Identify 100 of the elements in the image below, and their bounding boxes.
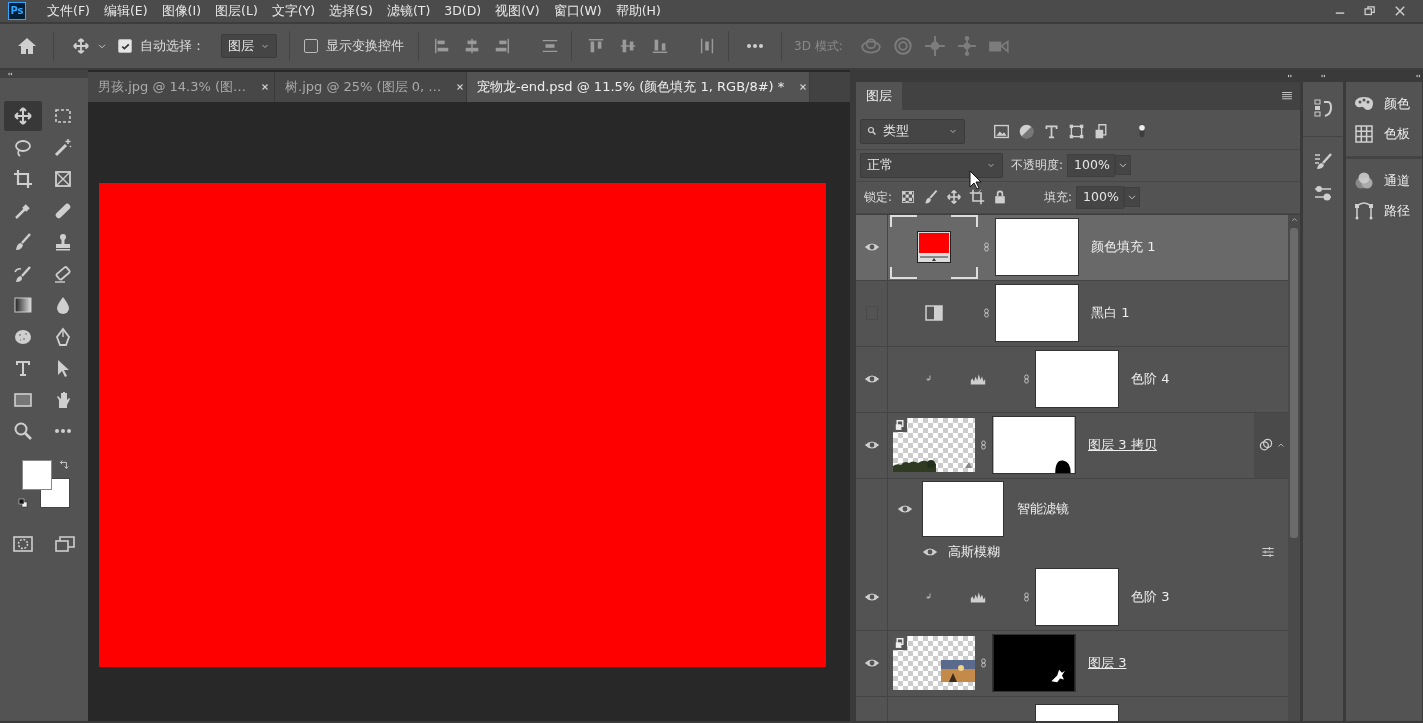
- layer-row[interactable]: 颜色填充 1: [856, 214, 1288, 281]
- image-icon[interactable]: [993, 122, 1010, 140]
- menu-item[interactable]: 文字(Y): [264, 1, 323, 21]
- menu-item[interactable]: 滤镜(T): [379, 1, 438, 21]
- transform-controls-checkbox[interactable]: [304, 39, 318, 53]
- opacity-label: 不透明度:: [1011, 157, 1064, 175]
- panel-button[interactable]: 色板: [1346, 119, 1422, 149]
- panel-tab[interactable]: 图层: [856, 82, 902, 110]
- frame-icon[interactable]: [53, 169, 73, 189]
- collapse-icon[interactable]: [1319, 72, 1327, 80]
- menu-item[interactable]: 视图(V): [488, 1, 547, 21]
- align-center-icon[interactable]: [463, 37, 481, 55]
- filter-dropdown[interactable]: 类型: [860, 118, 965, 144]
- align-right-icon[interactable]: [493, 37, 511, 55]
- search-icon: [867, 126, 877, 137]
- brush-icon[interactable]: [13, 232, 33, 252]
- move-icon[interactable]: [946, 189, 963, 206]
- artboard-icon[interactable]: [969, 189, 986, 206]
- layer-row[interactable]: 色阶 3: [856, 564, 1288, 631]
- filter-options-icon[interactable]: [1260, 544, 1276, 559]
- restore-icon[interactable]: [1363, 4, 1377, 18]
- eraser-icon[interactable]: [53, 263, 73, 284]
- sliders-icon[interactable]: [1313, 183, 1333, 203]
- app-logo: Ps: [8, 2, 26, 20]
- type-icon[interactable]: [13, 358, 33, 378]
- crop-icon[interactable]: [13, 169, 33, 189]
- channels-icon: [1354, 171, 1374, 191]
- menu-item[interactable]: 帮助(H): [608, 1, 668, 21]
- contrast-icon: [924, 303, 944, 324]
- layer-name: 黑白 1: [1091, 304, 1130, 323]
- stamp-icon[interactable]: [53, 232, 73, 252]
- adjustment-icon[interactable]: [1018, 122, 1035, 140]
- scrollbar-thumb[interactable]: [1290, 227, 1298, 538]
- panel-button[interactable]: 颜色: [1346, 89, 1422, 119]
- menu-item[interactable]: 图层(L): [208, 1, 265, 21]
- marquee-icon[interactable]: [53, 106, 73, 126]
- smart-object-icon: [893, 636, 907, 651]
- collapse-icon[interactable]: [1414, 72, 1422, 80]
- close-icon[interactable]: [798, 82, 809, 92]
- swap-icon[interactable]: [58, 460, 70, 472]
- lock-label: 锁定:: [864, 189, 893, 207]
- layer-name: 图层 3 拷贝: [1088, 436, 1157, 455]
- paths-icon: [1354, 201, 1374, 221]
- color-swatches-drawing[interactable]: [22, 460, 70, 508]
- menu-item[interactable]: 文件(F): [40, 1, 97, 21]
- quick-mask-icon[interactable]: [12, 534, 34, 554]
- default-colors-icon[interactable]: [18, 498, 28, 508]
- panel-button[interactable]: 通道: [1346, 166, 1422, 196]
- menu-item[interactable]: 编辑(E): [96, 1, 155, 21]
- align-bottom-icon[interactable]: [651, 37, 669, 55]
- smart-object-icon: [893, 418, 907, 433]
- zoom-icon[interactable]: [13, 421, 33, 441]
- distribute-icon[interactable]: [698, 37, 716, 55]
- checker-icon[interactable]: [900, 189, 917, 206]
- fill-label: 填充:: [1044, 189, 1073, 207]
- transform-controls-label: 显示变换控件: [326, 36, 404, 55]
- distribute-icon[interactable]: [541, 37, 559, 55]
- layer-row[interactable]: 黑白 1: [856, 280, 1288, 347]
- shape-icon[interactable]: [1068, 122, 1085, 140]
- menu-item[interactable]: 窗口(W): [546, 1, 609, 21]
- brush-settings-icon[interactable]: [1313, 151, 1333, 171]
- menu-item[interactable]: 3D(D): [437, 1, 489, 21]
- opacity-field[interactable]: 100%: [1067, 153, 1116, 177]
- pen-icon[interactable]: [53, 326, 73, 347]
- auto-select-checkbox[interactable]: [118, 39, 132, 53]
- align-left-icon[interactable]: [433, 37, 451, 55]
- layer-row[interactable]: 图层 3: [856, 630, 1288, 697]
- home-icon[interactable]: [17, 36, 37, 56]
- history-icon[interactable]: [1313, 98, 1333, 118]
- panel-button[interactable]: 路径: [1346, 196, 1422, 226]
- document-tab[interactable]: 树.jpg @ 25% (图层 0, …: [275, 72, 467, 102]
- document-tab[interactable]: 宠物龙-end.psd @ 11.5% (颜色填充 1, RGB/8#) *: [467, 72, 810, 102]
- layer-row[interactable]: 色阶 4: [856, 346, 1288, 413]
- menu-item[interactable]: 图像(I): [154, 1, 209, 21]
- gradient-icon[interactable]: [13, 295, 33, 315]
- layer-dropdown[interactable]: 图层: [221, 33, 277, 59]
- layer-name: 图层 3: [1088, 654, 1127, 673]
- align-top-icon[interactable]: [587, 37, 605, 55]
- screen-mode-icon[interactable]: [54, 534, 76, 554]
- move-icon[interactable]: [13, 106, 33, 126]
- layer-name: 智能滤镜: [1017, 499, 1069, 518]
- fill-field[interactable]: 100%: [1076, 185, 1125, 209]
- close-icon[interactable]: [260, 82, 270, 92]
- layer-row[interactable]: 图层 3 拷贝: [856, 412, 1288, 479]
- close-icon[interactable]: [1393, 4, 1407, 18]
- brush-icon[interactable]: [923, 189, 940, 206]
- layer-name: 高斯模糊: [948, 542, 1000, 561]
- blend-mode-dropdown[interactable]: 正常: [860, 152, 1003, 178]
- layer-name: 色阶 4: [1131, 370, 1170, 389]
- document-tab[interactable]: 男孩.jpg @ 14.3% (图…: [88, 72, 275, 102]
- color-fill-icon: [917, 231, 951, 264]
- menu-item[interactable]: 选择(S): [322, 1, 380, 21]
- lasso-icon[interactable]: [13, 137, 33, 158]
- cursor-icon: [969, 170, 983, 190]
- align-middle-icon[interactable]: [619, 37, 637, 55]
- move-icon[interactable]: [72, 37, 90, 55]
- layer-name: 色阶 3: [1131, 588, 1170, 607]
- magic-wand-icon[interactable]: [53, 137, 73, 158]
- swatches-icon: [1354, 124, 1374, 144]
- close-icon[interactable]: [455, 82, 466, 92]
